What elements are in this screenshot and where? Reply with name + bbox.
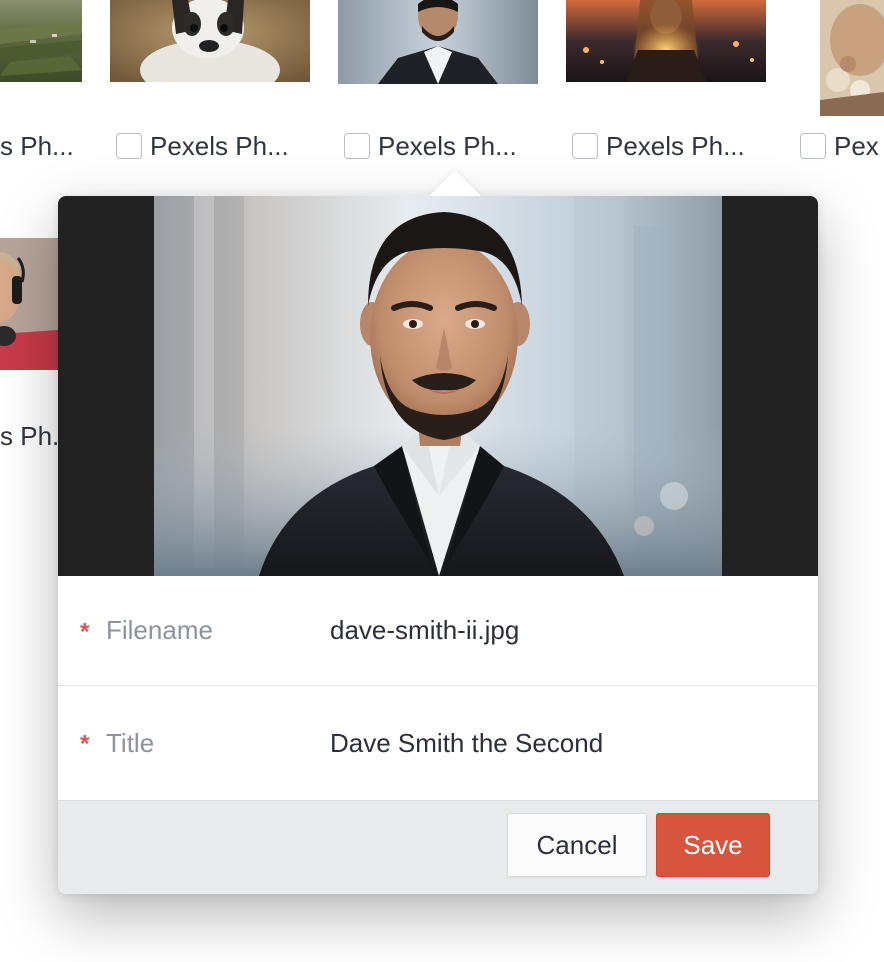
required-indicator: * [80,730,90,758]
thumbnail-man-headphones[interactable] [0,238,58,370]
gallery-item[interactable]: Pexels Ph... [572,130,745,162]
popover-arrow [427,170,483,198]
gallery-item-selected-target[interactable]: Pexels Ph... [344,130,517,162]
required-indicator: * [80,617,90,645]
filename-label: Filename [106,615,213,645]
gallery-item-label: Pexels Ph... [606,130,745,161]
gallery-item-label-partial: Pex [834,130,879,161]
media-library: s Ph... Pexels Ph... Pexels Ph... Pexels… [0,0,884,962]
thumbnail-landscape[interactable] [0,0,82,82]
title-label: Title [106,727,155,758]
gallery-item-label-partial: s Ph. [0,420,60,451]
gallery-item-label-partial: s Ph... [0,130,74,161]
gallery-item-label: Pexels Ph... [150,130,289,161]
filename-row: * Filename [58,576,818,686]
item-checkbox[interactable] [800,133,826,159]
item-checkbox[interactable] [116,133,142,159]
popover-footer: Cancel Save [58,800,818,894]
portrait-image [154,196,722,576]
thumbnail-woman-lights[interactable] [566,0,766,82]
title-input[interactable] [330,727,790,759]
thumbnail-bulldog[interactable] [110,0,310,82]
item-checkbox[interactable] [344,133,370,159]
thumbnail-person-flowers[interactable] [820,0,884,116]
gallery-item[interactable]: Pex [800,130,879,162]
preview-photo [154,196,722,576]
save-button[interactable]: Save [656,813,770,877]
filename-input[interactable] [330,615,790,646]
image-details-popover: * Filename * Title Cancel Save [58,170,818,894]
gallery-item[interactable]: Pexels Ph... [116,130,289,162]
image-preview [58,196,818,576]
item-checkbox[interactable] [572,133,598,159]
title-row: * Title [58,687,818,799]
cancel-button[interactable]: Cancel [507,813,647,877]
gallery-item-label: Pexels Ph... [378,130,517,161]
thumbnail-man-suit[interactable] [338,0,538,84]
